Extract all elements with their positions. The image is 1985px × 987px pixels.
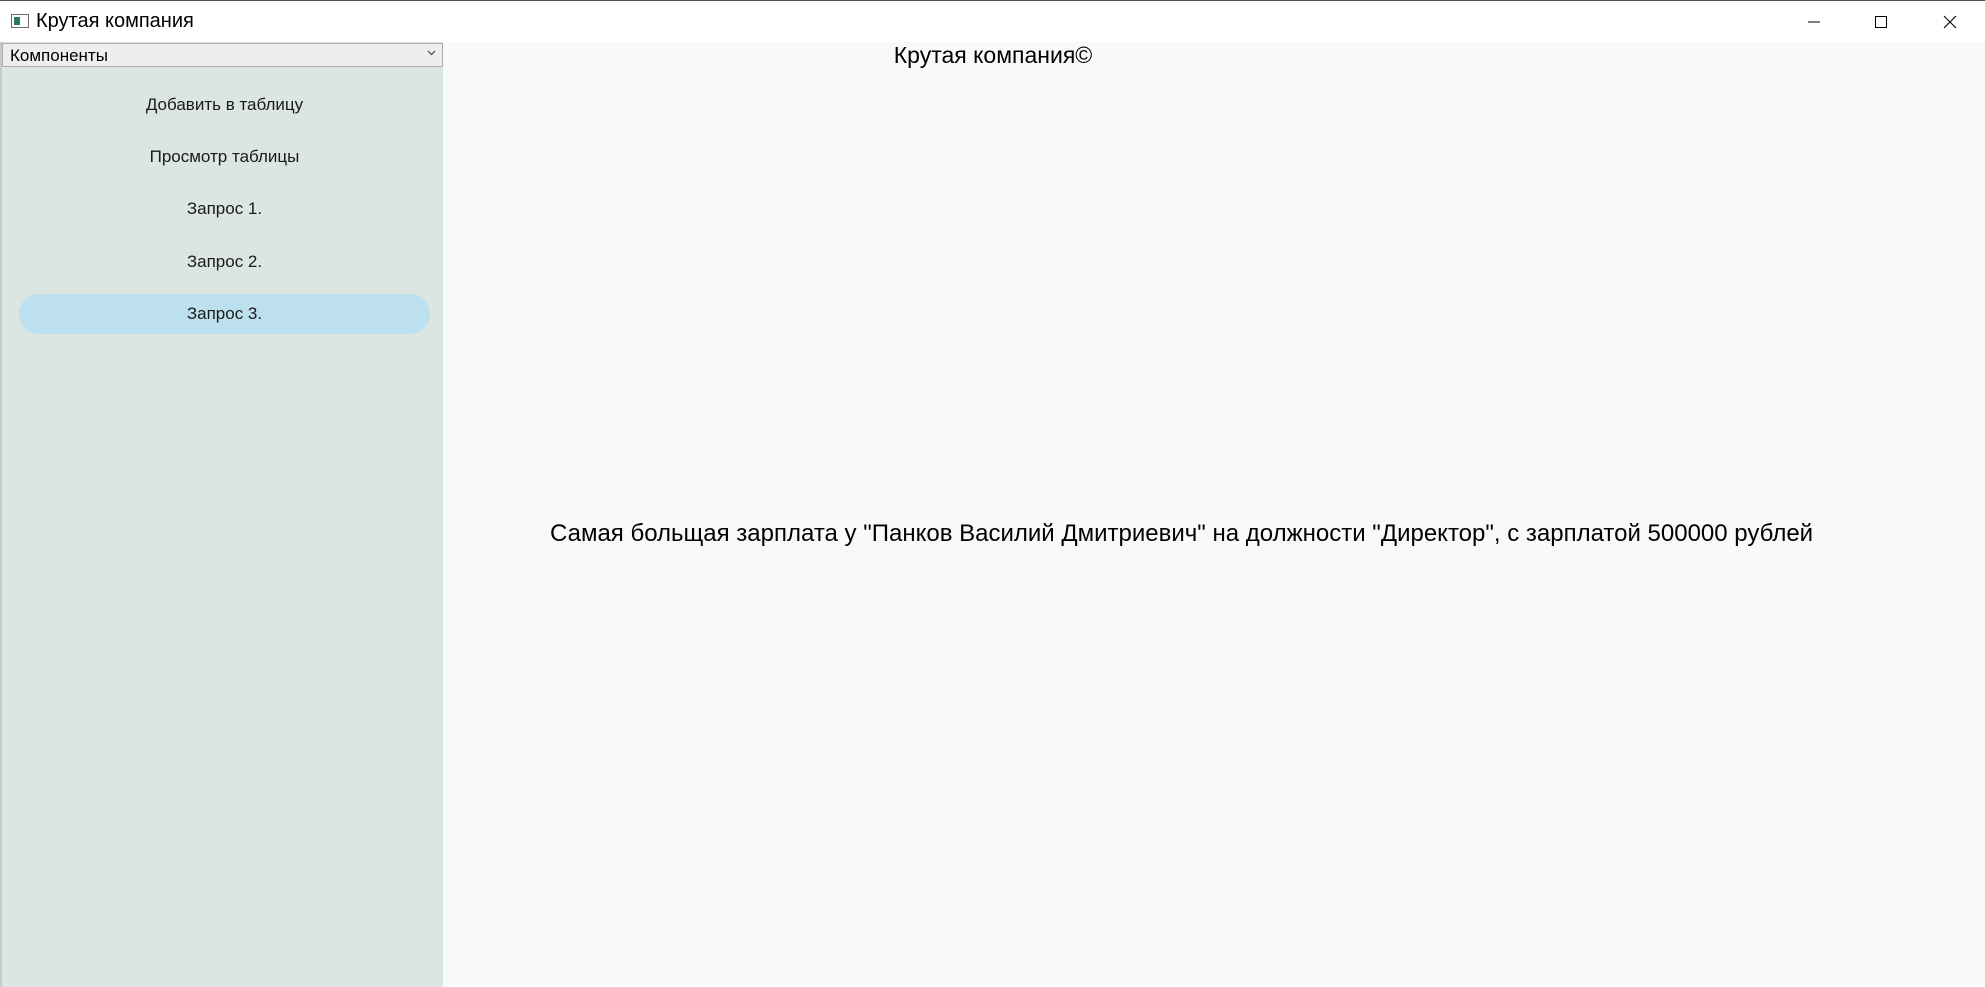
minimize-button[interactable]	[1781, 1, 1847, 42]
maximize-button[interactable]	[1848, 1, 1914, 42]
minimize-icon	[1808, 21, 1820, 22]
nav-item-view-table[interactable]: Просмотр таблицы	[19, 137, 430, 177]
title-bar[interactable]: Крутая компания	[0, 1, 1985, 42]
sidebar: Компоненты Добавить в таблицу Просмотр т…	[0, 42, 443, 987]
nav-item-query-3[interactable]: Запрос 3.	[19, 294, 430, 334]
app-icon	[11, 14, 29, 28]
components-combobox[interactable]: Компоненты	[2, 43, 443, 67]
chevron-down-icon	[427, 50, 436, 56]
page-title: Крутая компания©	[893, 42, 1093, 68]
close-icon	[1943, 15, 1957, 28]
window-title: Крутая компания	[36, 10, 194, 32]
nav-item-query-2[interactable]: Запрос 2.	[19, 242, 430, 282]
combobox-value: Компоненты	[10, 46, 108, 65]
close-button[interactable]	[1917, 1, 1983, 42]
maximize-icon	[1875, 15, 1887, 28]
nav-item-add-to-table[interactable]: Добавить в таблицу	[19, 85, 430, 125]
query-result-text: Самая больщая зарплата у "Панков Василий…	[550, 520, 1814, 547]
nav-item-query-1[interactable]: Запрос 1.	[19, 189, 430, 229]
app-window: Крутая компания Компоненты Добавить в та	[0, 0, 1985, 987]
